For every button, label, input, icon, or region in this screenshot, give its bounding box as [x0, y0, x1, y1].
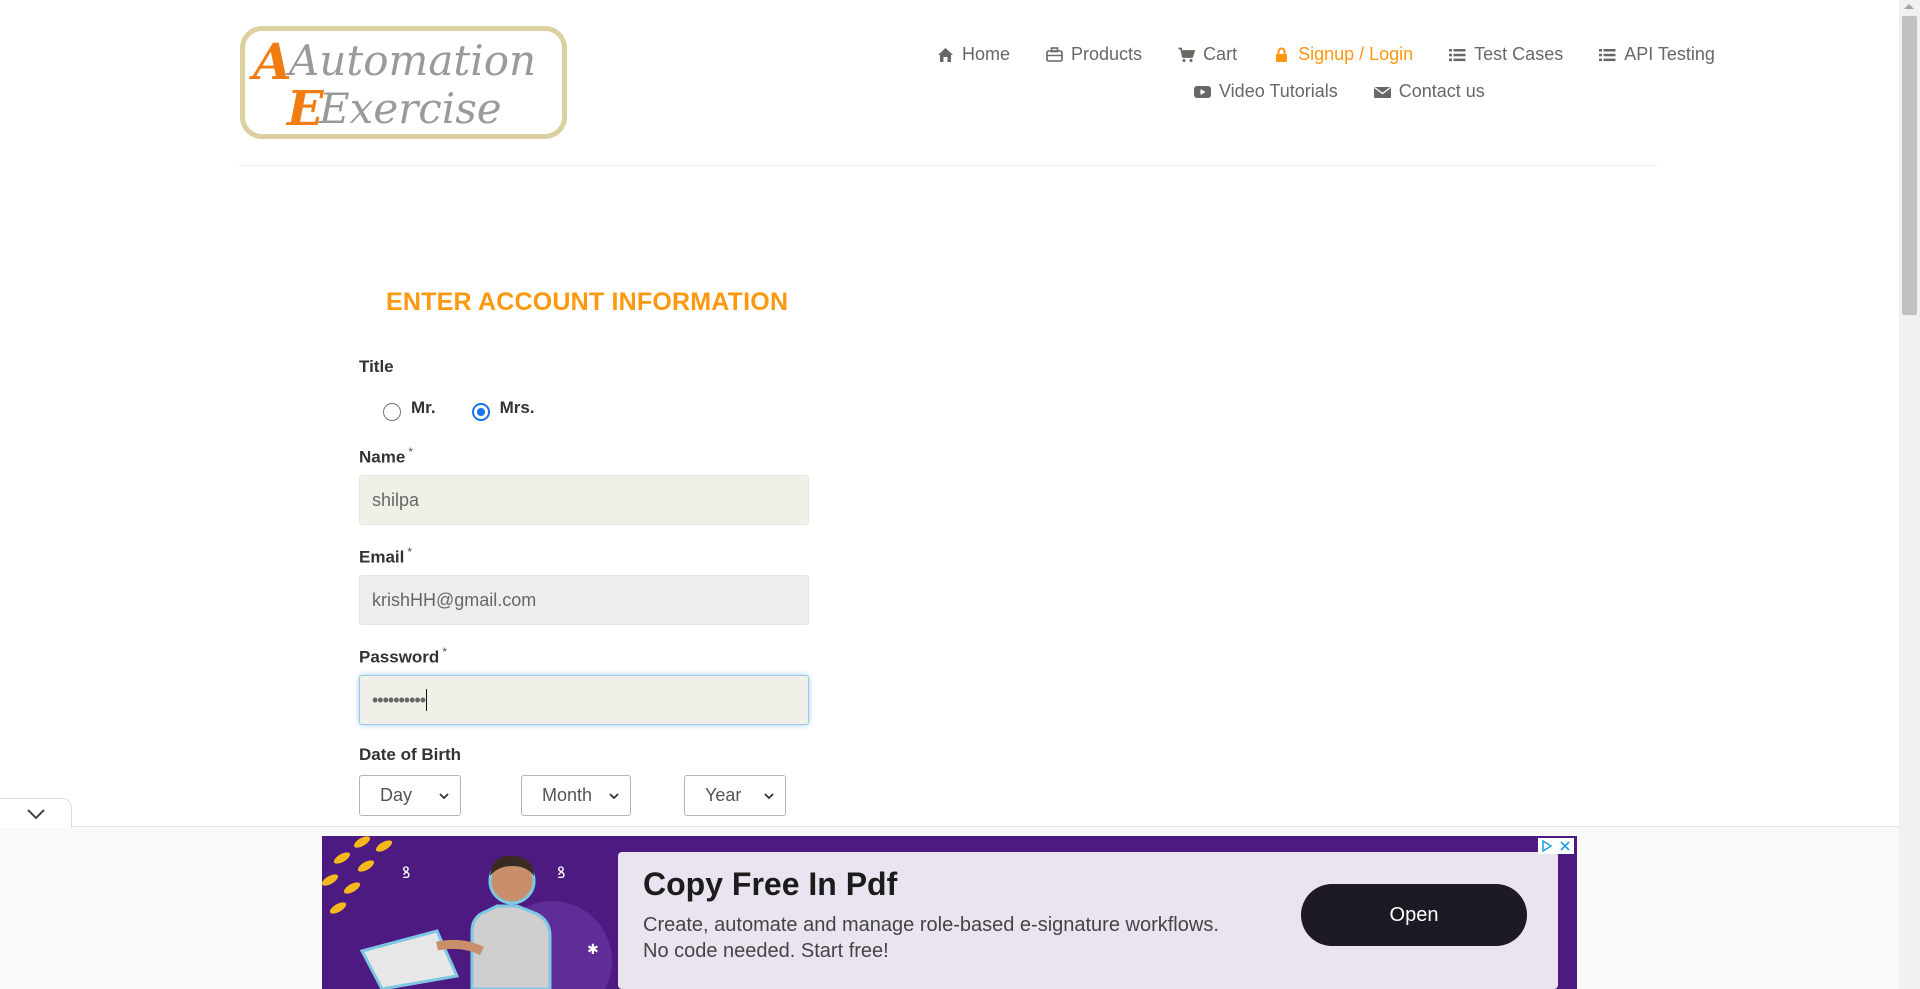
list-icon	[1599, 47, 1616, 63]
ad-description: Create, automate and manage role-based e…	[643, 912, 1293, 964]
home-icon	[937, 47, 954, 63]
radio-mrs-circle[interactable]	[471, 403, 490, 421]
svg-text:ꝸ: ꝸ	[557, 863, 565, 882]
ad-card[interactable]: Copy Free In Pdf Create, automate and ma…	[618, 852, 1558, 989]
nav-contact-us[interactable]: Contact us	[1373, 81, 1485, 102]
radio-mrs[interactable]: Mrs.	[471, 398, 535, 421]
nav-products-label: Products	[1071, 44, 1143, 64]
nav-contact-us-label: Contact us	[1398, 81, 1485, 101]
ad-open-button[interactable]: Open	[1301, 884, 1527, 946]
email-label-text: Email	[359, 547, 405, 567]
scroll-up-arrow-icon[interactable]	[1904, 4, 1914, 9]
main-nav: Home Products Cart Signup / Login Test C…	[937, 36, 1817, 110]
ad-banner[interactable]: ꝸ ꝸ ✱ Copy Free In Pdf Create, automate …	[322, 836, 1577, 989]
password-input[interactable]: ••••••••••	[359, 675, 809, 725]
scroll-thumb[interactable]	[1902, 16, 1917, 315]
nav-cart-label: Cart	[1203, 44, 1238, 64]
radio-mrs-label: Mrs.	[499, 398, 535, 417]
chevron-down-icon	[764, 792, 774, 799]
nav-api-testing-label: API Testing	[1624, 44, 1715, 64]
svg-text:ꝸ: ꝸ	[402, 863, 410, 882]
svg-text:A: A	[249, 32, 292, 91]
radio-mr-circle[interactable]	[383, 403, 401, 421]
envelope-icon	[1373, 84, 1391, 100]
form-title: ENTER ACCOUNT INFORMATION	[386, 288, 789, 316]
email-label: Email *	[359, 545, 412, 568]
adchoices-icon[interactable]	[1541, 840, 1553, 852]
ad-choices[interactable]	[1538, 838, 1574, 854]
radio-mr-label: Mr.	[411, 398, 436, 417]
title-label: Title	[359, 357, 394, 376]
password-label: Password *	[359, 645, 447, 668]
site-header: A Automation E Exercise Home Products Ca…	[237, 0, 1715, 166]
name-value: shilpa	[372, 489, 420, 510]
radio-mr[interactable]: Mr.	[383, 398, 436, 421]
nav-row-2: Video Tutorials Contact us	[937, 73, 1817, 110]
nav-video-tutorials-label: Video Tutorials	[1219, 81, 1338, 101]
ad-desc-line1: Create, automate and manage role-based e…	[643, 914, 1219, 936]
svg-text:✱: ✱	[587, 942, 599, 958]
password-value: ••••••••••	[372, 689, 426, 710]
chevron-down-icon	[26, 808, 45, 819]
chevron-down-icon	[439, 792, 449, 799]
dob-label: Date of Birth	[359, 745, 461, 764]
nav-home-label: Home	[962, 44, 1011, 64]
ad-image: ꝸ ꝸ ✱	[322, 836, 618, 989]
nav-video-tutorials[interactable]: Video Tutorials	[1194, 81, 1338, 102]
email-input[interactable]: krishHH@gmail.com	[359, 575, 809, 625]
nav-signup-login[interactable]: Signup / Login	[1273, 44, 1413, 65]
email-value: krishHH@gmail.com	[372, 589, 537, 610]
nav-home[interactable]: Home	[937, 44, 1010, 65]
dob-day-value: Day	[380, 785, 413, 805]
dob-day-select[interactable]: Day	[359, 775, 461, 816]
password-label-text: Password	[359, 647, 440, 667]
briefcase-icon	[1046, 46, 1063, 63]
nav-test-cases-label: Test Cases	[1474, 44, 1564, 64]
youtube-play-icon	[1194, 84, 1211, 100]
cart-icon	[1178, 47, 1196, 63]
required-mark: *	[408, 445, 413, 459]
list-icon	[1449, 47, 1466, 63]
logo-text-line1: Automation	[285, 36, 536, 85]
nav-test-cases[interactable]: Test Cases	[1449, 44, 1563, 65]
page-scrollbar[interactable]	[1899, 0, 1920, 989]
dob-year-value: Year	[705, 785, 742, 805]
chevron-down-icon	[609, 792, 619, 799]
name-label-text: Name	[359, 447, 406, 467]
ad-collapse-button[interactable]	[0, 798, 72, 828]
nav-row-1: Home Products Cart Signup / Login Test C…	[937, 36, 1817, 73]
lock-icon	[1273, 47, 1290, 63]
logo-text-line2: Exercise	[318, 84, 502, 133]
nav-products[interactable]: Products	[1046, 44, 1142, 65]
nav-cart[interactable]: Cart	[1178, 44, 1237, 65]
name-label: Name *	[359, 445, 413, 468]
dob-month-value: Month	[542, 785, 593, 805]
ad-desc-line2: No code needed. Start free!	[643, 940, 889, 962]
title-radio-group: Mr. Mrs.	[383, 398, 535, 421]
close-icon[interactable]	[1559, 840, 1571, 852]
required-mark: *	[407, 545, 413, 559]
dob-month-select[interactable]: Month	[521, 775, 631, 816]
nav-signup-login-label: Signup / Login	[1298, 44, 1414, 64]
text-caret	[426, 689, 428, 711]
dob-year-select[interactable]: Year	[684, 775, 786, 816]
ad-divider	[0, 826, 1899, 827]
site-logo[interactable]: A Automation E Exercise	[240, 26, 567, 139]
ad-title[interactable]: Copy Free In Pdf	[643, 866, 897, 903]
required-mark: *	[442, 645, 447, 659]
name-input[interactable]: shilpa	[359, 475, 809, 525]
nav-api-testing[interactable]: API Testing	[1599, 44, 1715, 65]
